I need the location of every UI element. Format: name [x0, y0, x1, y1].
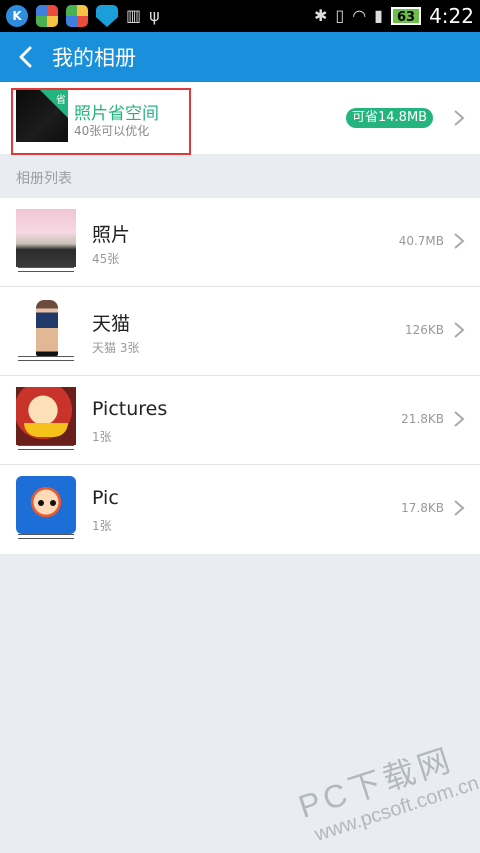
album-row-tmall[interactable]: 天猫 天猫 3张 126KB	[0, 287, 480, 376]
stack-lines	[18, 267, 74, 272]
page-title: 我的相册	[52, 46, 136, 70]
highlight-annotation	[11, 88, 191, 155]
album-size: 17.8KB	[401, 501, 444, 515]
album-size: 40.7MB	[398, 234, 444, 248]
album-count: 天猫 3张	[92, 341, 140, 355]
stack-lines	[18, 356, 74, 361]
back-arrow-icon	[19, 46, 32, 68]
chevron-right-icon	[454, 322, 465, 338]
album-count: 1张	[92, 430, 112, 444]
battery-indicator: 63	[390, 7, 422, 25]
stack-lines	[18, 534, 74, 539]
chevron-right-icon	[454, 110, 465, 126]
signal-icon: ▮	[374, 6, 383, 25]
section-label-album-list: 相册列表	[16, 171, 72, 187]
chevron-right-icon	[454, 411, 465, 427]
clock: 4:22	[429, 4, 474, 28]
chevron-right-icon	[454, 500, 465, 516]
wifi-icon: ◠	[352, 6, 367, 25]
gallery-app-icon	[36, 5, 58, 27]
album-row-photos[interactable]: 照片 45张 40.7MB	[0, 198, 480, 287]
chevron-right-icon	[454, 233, 465, 249]
album-count: 45张	[92, 252, 120, 266]
album-thumbnail	[16, 387, 76, 445]
gallery-app-icon-2	[66, 5, 88, 27]
album-thumbnail	[16, 476, 76, 534]
shield-icon	[96, 5, 118, 27]
status-bar-left: K ▥ ψ	[6, 5, 160, 27]
album-name: 天猫	[92, 313, 131, 335]
savings-badge: 可省14.8MB	[346, 108, 434, 128]
status-bar: K ▥ ψ ✱ ▯ ◠ ▮ 63 4:22	[0, 0, 480, 32]
k-app-icon: K	[6, 5, 28, 27]
back-button[interactable]	[0, 32, 52, 82]
status-bar-right: ✱ ▯ ◠ ▮ 63 4:22	[314, 4, 474, 28]
album-size: 21.8KB	[401, 412, 444, 426]
vibrate-icon: ▯	[335, 6, 345, 25]
album-name: Pic	[92, 487, 119, 509]
album-count: 1张	[92, 519, 112, 533]
barcode-icon: ▥	[126, 6, 142, 25]
album-row-pic[interactable]: Pic 1张 17.8KB	[0, 465, 480, 554]
stack-lines	[18, 445, 74, 450]
album-size: 126KB	[404, 323, 444, 337]
album-thumbnail	[16, 298, 76, 356]
album-name: Pictures	[92, 398, 168, 420]
album-row-pictures[interactable]: Pictures 1张 21.8KB	[0, 376, 480, 465]
album-thumbnail	[16, 209, 76, 267]
album-list: 照片 45张 40.7MB 天猫 天猫 3张 126KB Pictures 1张…	[0, 198, 480, 554]
usb-icon: ψ	[149, 6, 160, 25]
title-bar: 我的相册	[0, 32, 480, 82]
bluetooth-icon: ✱	[313, 6, 328, 25]
photo-optimize-row[interactable]: 省 照片省空间 40张可以优化 可省14.8MB	[0, 82, 480, 155]
album-name: 照片	[92, 224, 131, 246]
